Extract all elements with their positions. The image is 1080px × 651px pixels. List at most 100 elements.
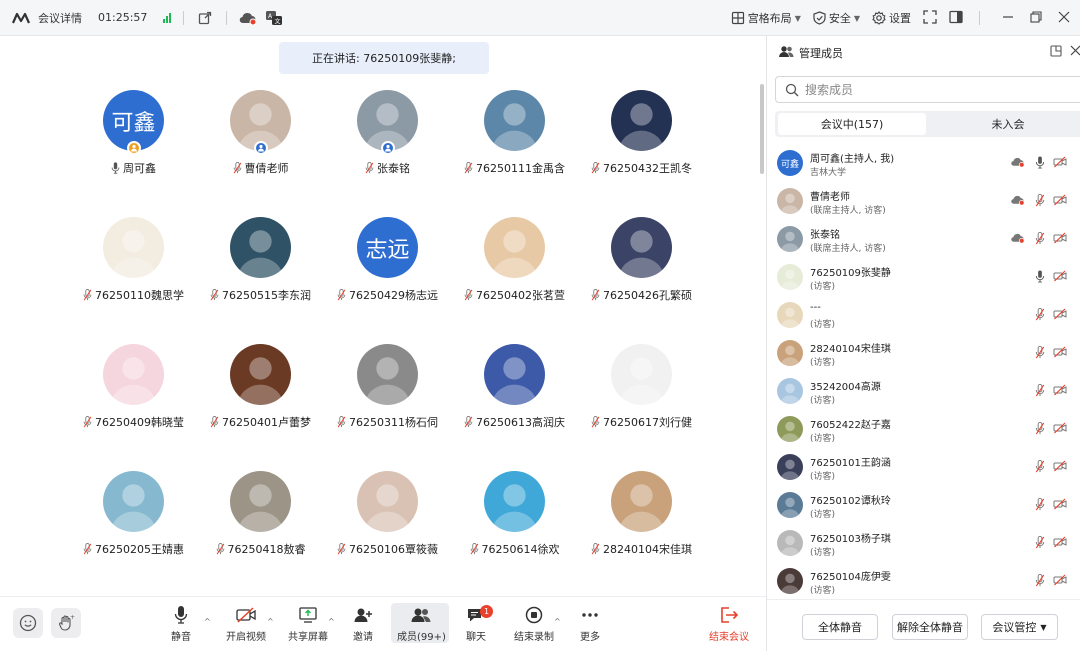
meeting-details-link[interactable]: 会议详情 xyxy=(38,10,82,26)
member-search-box[interactable] xyxy=(775,76,1080,103)
participant-tile[interactable]: 76250515李东润 xyxy=(197,217,324,344)
participant-tile[interactable]: 76250409韩晓莹 xyxy=(70,344,197,471)
unmute-all-button[interactable]: 解除全体静音 xyxy=(892,614,968,640)
member-row[interactable]: 76250102谭秋玲 (访客) xyxy=(767,486,1080,524)
gallery-scrollbar[interactable] xyxy=(760,84,764,174)
camera-off-icon[interactable] xyxy=(1053,383,1067,397)
participant-tile[interactable]: 76250205王婧惠 xyxy=(70,471,197,598)
member-row[interactable]: --- (访客) xyxy=(767,296,1080,334)
member-row[interactable]: 76250101王韵涵 (访客) xyxy=(767,448,1080,486)
camera-off-icon[interactable] xyxy=(1053,421,1067,435)
mute-options-caret[interactable]: ^ xyxy=(204,617,211,626)
camera-off-icon[interactable] xyxy=(1053,155,1067,169)
microphone-muted-icon[interactable] xyxy=(1033,573,1047,587)
member-row[interactable]: 76250103杨子琪 (访客) xyxy=(767,524,1080,562)
member-row[interactable]: 张泰铭 (联席主持人, 访客) xyxy=(767,220,1080,258)
tab-not-joined[interactable]: 未入会 xyxy=(935,113,1080,135)
member-row[interactable]: 76250104庞伊雯 (访客) xyxy=(767,562,1080,600)
share-options-caret[interactable]: ^ xyxy=(328,617,335,626)
sidebar-toggle-icon[interactable] xyxy=(949,10,963,27)
participant-tile[interactable]: 76250106覃筱薇 xyxy=(324,471,451,598)
participant-tile[interactable]: 76250111金禹含 xyxy=(451,90,578,217)
layout-menu-button[interactable]: 宫格布局 ▼ xyxy=(731,10,801,26)
microphone-muted-icon[interactable] xyxy=(1033,383,1047,397)
member-row[interactable]: 35242004高源 (访客) xyxy=(767,372,1080,410)
participant-tile[interactable]: 76250617刘行健 xyxy=(578,344,705,471)
participant-tile[interactable]: 76250110魏思学 xyxy=(70,217,197,344)
camera-off-icon[interactable] xyxy=(1053,269,1067,283)
microphone-muted-icon[interactable] xyxy=(1033,231,1047,245)
participant-tile[interactable]: 28240104宋佳琪 xyxy=(578,471,705,598)
camera-off-icon[interactable] xyxy=(1053,307,1067,321)
invite-button[interactable]: 邀请 xyxy=(353,605,373,643)
camera-off-icon[interactable] xyxy=(1053,231,1067,245)
share-screen-button[interactable]: 共享屏幕 xyxy=(288,605,328,643)
security-menu-button[interactable]: 安全 ▼ xyxy=(813,10,860,26)
microphone-muted-icon[interactable] xyxy=(1033,497,1047,511)
settings-button[interactable]: 设置 xyxy=(872,10,911,26)
tab-in-meeting[interactable]: 会议中(157) xyxy=(778,113,926,135)
participant-tile[interactable]: 张泰铭 xyxy=(324,90,451,217)
end-meeting-button[interactable]: 结束会议 xyxy=(709,605,749,643)
reaction-button[interactable] xyxy=(13,608,43,638)
camera-off-icon[interactable] xyxy=(1053,497,1067,511)
participant-tile[interactable]: 76250401卢蕾梦 xyxy=(197,344,324,471)
members-button[interactable]: 成员(99+) xyxy=(397,605,446,643)
restore-icon[interactable] xyxy=(1030,10,1042,26)
microphone-muted-icon[interactable] xyxy=(1033,307,1047,321)
camera-off-icon[interactable] xyxy=(1053,535,1067,549)
microphone-muted-icon[interactable] xyxy=(1033,193,1047,207)
hand-icon: + xyxy=(58,614,75,631)
video-options-caret[interactable]: ^ xyxy=(267,617,274,626)
camera-off-icon[interactable] xyxy=(1053,573,1067,587)
member-search-input[interactable] xyxy=(805,82,1065,97)
close-icon[interactable] xyxy=(1058,11,1070,26)
popout-panel-icon[interactable] xyxy=(1050,45,1062,60)
participant-tile[interactable]: 76250418敖睿 xyxy=(197,471,324,598)
microphone-muted-icon[interactable] xyxy=(1033,345,1047,359)
translate-icon[interactable]: A文 xyxy=(265,9,283,27)
camera-off-icon[interactable] xyxy=(1053,193,1067,207)
member-row[interactable]: 76250109张斐静 (访客) xyxy=(767,258,1080,296)
layout-label: 宫格布局 xyxy=(747,12,792,25)
member-row[interactable]: 28240104宋佳琪 (访客) xyxy=(767,334,1080,372)
meeting-control-button[interactable]: 会议管控 ▼ xyxy=(981,614,1058,640)
mute-button[interactable]: 静音 xyxy=(171,605,191,643)
avatar-picture xyxy=(780,345,800,366)
participant-tile[interactable]: 志远 76250429杨志远 xyxy=(324,217,451,344)
microphone-icon[interactable] xyxy=(1033,269,1047,283)
microphone-muted-icon[interactable] xyxy=(1033,421,1047,435)
participant-tile[interactable]: 曹倩老师 xyxy=(197,90,324,217)
participant-tile[interactable]: 76250613高润庆 xyxy=(451,344,578,471)
stop-recording-button[interactable]: 结束录制 xyxy=(514,605,554,643)
camera-off-icon[interactable] xyxy=(1053,345,1067,359)
fullscreen-icon[interactable] xyxy=(923,9,937,27)
participant-tile[interactable]: 76250614徐欢 xyxy=(451,471,578,598)
avatar: 可鑫 xyxy=(103,90,164,155)
member-row[interactable]: 76052422赵子嘉 (访客) xyxy=(767,410,1080,448)
participant-name-row: 76250311杨石伺 xyxy=(337,414,438,430)
minimize-icon[interactable] xyxy=(1002,11,1014,26)
cloud-record-icon[interactable] xyxy=(239,9,257,27)
participant-tile[interactable]: 76250432王凯冬 xyxy=(578,90,705,217)
participant-tile[interactable]: 76250311杨石伺 xyxy=(324,344,451,471)
participant-tile[interactable]: 76250426孔繁硕 xyxy=(578,217,705,344)
member-row[interactable]: 可鑫 周可鑫(主持人, 我) 吉林大学 xyxy=(767,144,1080,182)
participant-tile[interactable]: 可鑫 周可鑫 xyxy=(70,90,197,217)
microphone-muted-icon[interactable] xyxy=(1033,535,1047,549)
popout-icon[interactable] xyxy=(196,9,214,27)
start-video-button[interactable]: 开启视频 xyxy=(226,605,266,643)
more-button[interactable]: 更多 xyxy=(580,605,600,643)
raise-hand-button[interactable]: + xyxy=(51,608,81,638)
member-row[interactable]: 曹倩老师 (联席主持人, 访客) xyxy=(767,182,1080,220)
record-options-caret[interactable]: ^ xyxy=(554,617,561,626)
microphone-muted-icon[interactable] xyxy=(1033,459,1047,473)
avatar xyxy=(103,217,164,278)
close-panel-icon[interactable] xyxy=(1070,45,1080,59)
microphone-icon[interactable] xyxy=(1033,155,1047,169)
avatar-initials: 可鑫 xyxy=(111,110,156,136)
signal-strength-icon[interactable] xyxy=(163,12,172,23)
mute-all-button[interactable]: 全体静音 xyxy=(802,614,878,640)
camera-off-icon[interactable] xyxy=(1053,459,1067,473)
participant-tile[interactable]: 76250402张茗萱 xyxy=(451,217,578,344)
